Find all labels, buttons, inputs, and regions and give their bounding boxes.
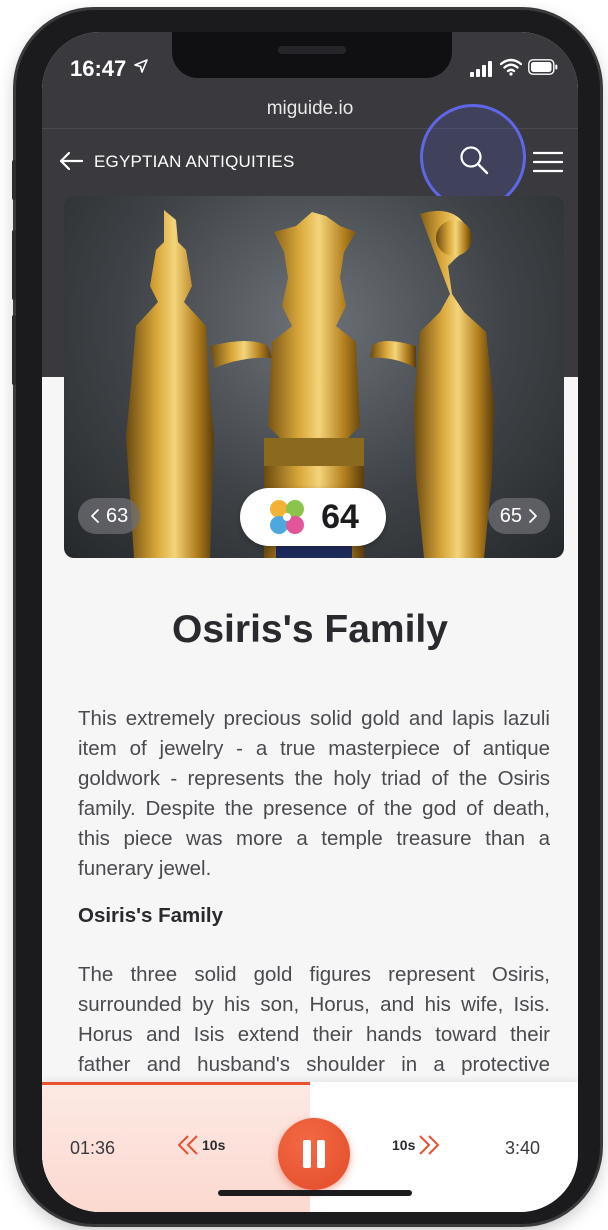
notch [172, 32, 452, 78]
chevron-right-icon [529, 509, 537, 523]
previous-item-button[interactable]: 63 [78, 498, 141, 534]
article-paragraph-1: This extremely precious solid gold and l… [78, 707, 550, 880]
double-chevron-right-icon [419, 1135, 440, 1155]
pause-button[interactable] [278, 1118, 350, 1190]
current-item-badge: 64 [240, 488, 386, 546]
location-arrow-icon [134, 59, 148, 73]
elapsed-time: 01:36 [70, 1138, 116, 1158]
back-arrow-icon[interactable] [58, 150, 84, 172]
chevron-left-icon [91, 509, 99, 523]
battery-icon [528, 59, 558, 75]
hamburger-menu-icon[interactable] [532, 150, 564, 174]
wifi-icon [500, 58, 522, 76]
article-title: Osiris's Family [172, 608, 448, 651]
hero-image: 63 64 65 [64, 196, 564, 558]
screen: 16:47 miguide.io EGYPTIAN ANTIQUITIES 63… [42, 32, 578, 1212]
total-time: 3:40 [504, 1138, 540, 1158]
previous-item-number: 63 [106, 504, 129, 527]
cellular-signal-icon [470, 61, 492, 77]
article-subheading: Osiris's Family [78, 904, 224, 927]
home-indicator[interactable] [218, 1190, 412, 1196]
forward-10s-button[interactable]: 10s [392, 1134, 441, 1156]
miguide-logo-icon [270, 500, 305, 534]
nav-title[interactable]: EGYPTIAN ANTIQUITIES [94, 152, 294, 172]
volume-up-button [12, 230, 16, 300]
double-chevron-left-icon [178, 1135, 198, 1155]
pause-icon [303, 1140, 311, 1168]
status-time: 16:47 [70, 56, 127, 81]
rewind-10s-button[interactable]: 10s [176, 1134, 225, 1156]
rewind-label: 10s [202, 1137, 226, 1153]
next-item-number: 65 [499, 504, 522, 527]
current-item-number: 64 [321, 497, 359, 536]
side-button [12, 160, 16, 200]
forward-label: 10s [392, 1137, 416, 1153]
progress-bar[interactable] [42, 1082, 310, 1085]
search-icon[interactable] [458, 144, 490, 176]
next-item-button[interactable]: 65 [487, 498, 550, 534]
volume-down-button [12, 315, 16, 385]
